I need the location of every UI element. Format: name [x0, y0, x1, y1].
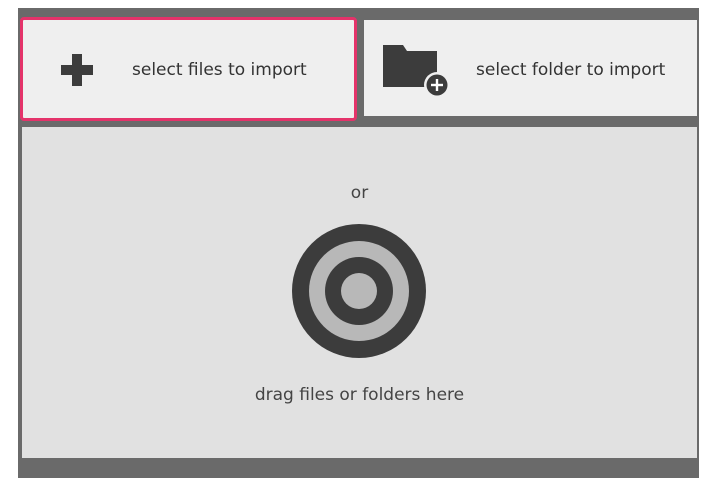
select-files-label: select files to import	[132, 60, 307, 80]
target-icon	[292, 224, 426, 358]
drop-zone[interactable]: or drag files or folders here	[22, 127, 697, 458]
or-separator-text: or	[350, 183, 369, 203]
select-folder-label: select folder to import	[476, 60, 666, 80]
folder-add-icon	[383, 41, 453, 99]
select-folder-button[interactable]: select folder to import	[364, 20, 697, 116]
drag-hint-text: drag files or folders here	[254, 385, 465, 405]
select-files-button[interactable]: select files to import	[20, 17, 357, 121]
plus-icon	[61, 54, 93, 86]
